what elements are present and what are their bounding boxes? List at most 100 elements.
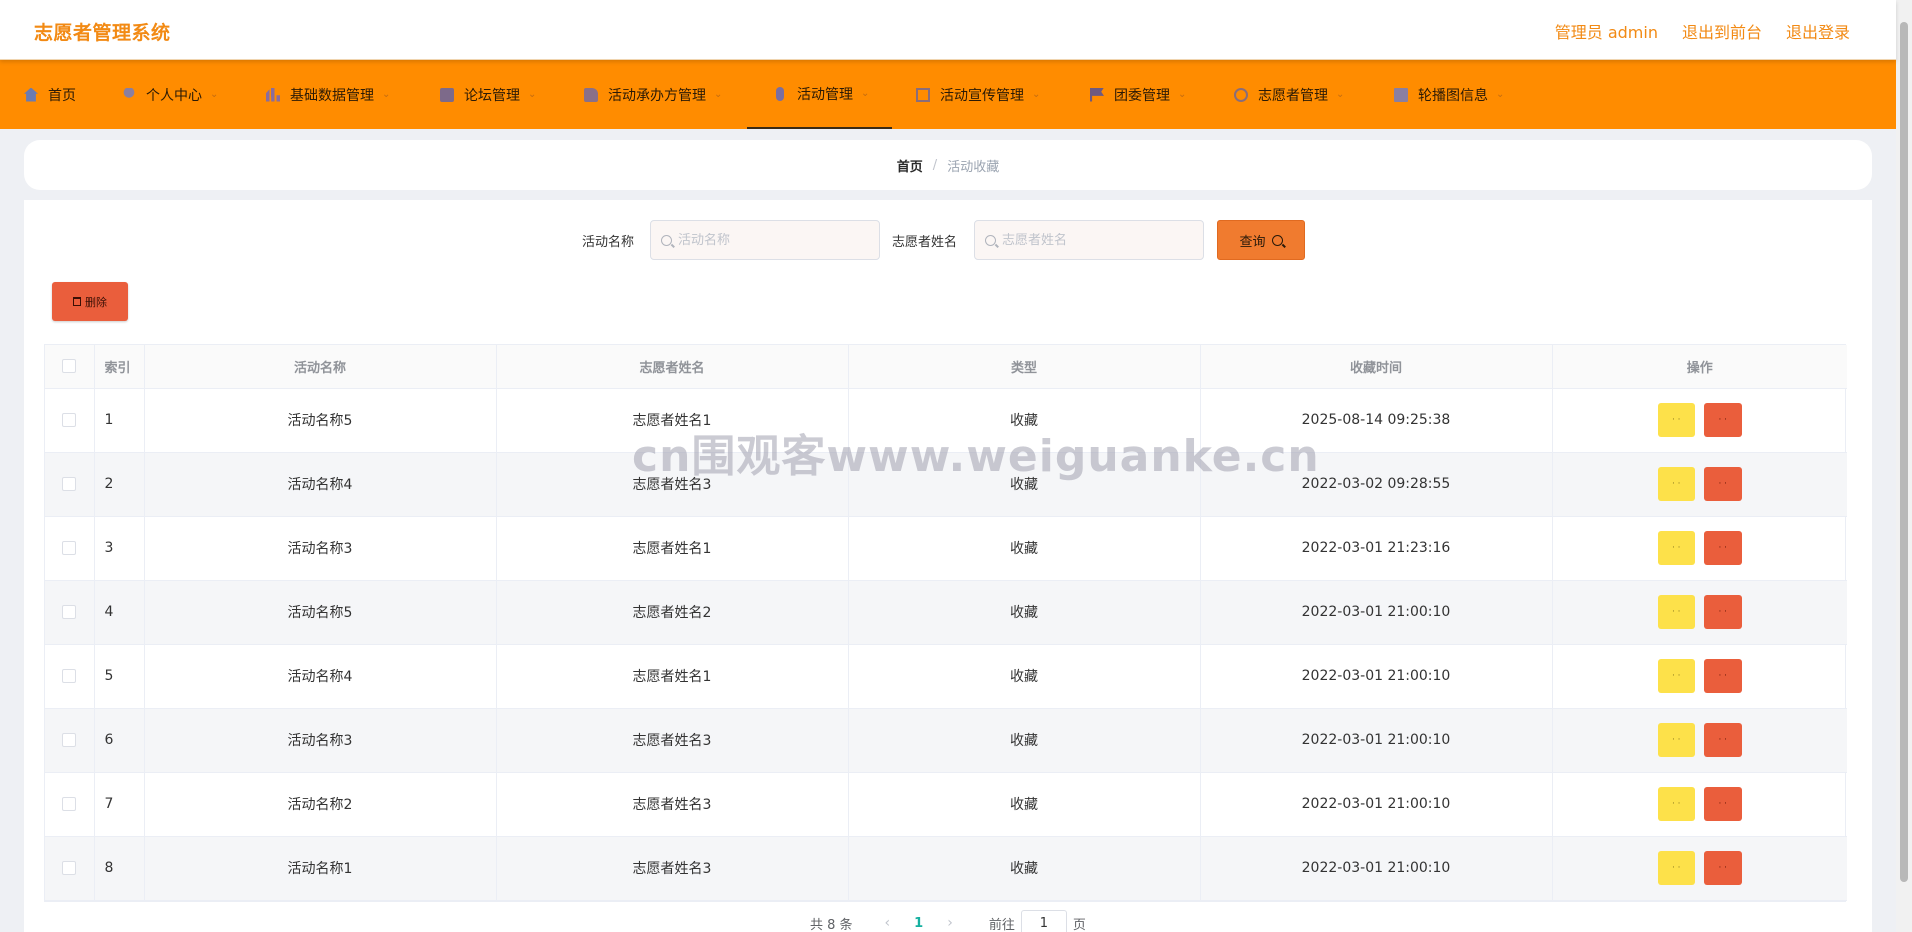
row-checkbox[interactable] — [62, 413, 77, 427]
query-button-label: 查询 — [1239, 234, 1266, 250]
volunteer-name-field[interactable] — [974, 220, 1204, 260]
nav-item-basic-data[interactable]: 基础数据管理 ⌄ — [266, 60, 390, 129]
delete-row-button[interactable]: · · — [1703, 531, 1742, 565]
table-row: 6 活动名称3 志愿者姓名3 收藏 2022-03-01 21:00:10 · … — [45, 708, 1847, 773]
nav-item-forum[interactable]: 论坛管理 ⌄ — [440, 60, 536, 129]
nav-item-youth-league[interactable]: 团委管理 ⌄ — [1090, 60, 1186, 129]
cell-time: 2025-08-14 09:25:38 — [1200, 388, 1553, 453]
main-nav: 首页 个人中心 ⌄ 基础数据管理 ⌄ 论坛管理 ⌄ 活动承办方管理 ⌄ 活动管理… — [0, 60, 1896, 129]
delete-row-button[interactable]: · · — [1703, 723, 1742, 757]
nav-item-volunteer[interactable]: 志愿者管理 ⌄ — [1234, 60, 1344, 129]
nav-item-promotion[interactable]: 活动宣传管理 ⌄ — [916, 60, 1040, 129]
detail-button[interactable]: · · — [1657, 531, 1695, 565]
activity-name-field[interactable] — [650, 220, 880, 260]
nav-item-label: 活动承办方管理 — [608, 87, 706, 104]
detail-button[interactable]: · · — [1657, 787, 1695, 821]
cell-time: 2022-03-01 21:00:10 — [1200, 708, 1553, 773]
logout-link[interactable]: 退出登录 — [1786, 19, 1850, 43]
row-checkbox[interactable] — [62, 669, 77, 683]
prev-page-icon[interactable]: ‹ — [885, 915, 891, 931]
cell-time: 2022-03-01 21:00:10 — [1200, 580, 1553, 645]
cell-index: 5 — [94, 644, 145, 709]
row-select-cell — [45, 644, 95, 709]
goto-label: 前往 — [988, 917, 1015, 932]
ring-icon — [1234, 87, 1248, 102]
pagination: 共 8 条 ‹ 1 › 前往 页 — [810, 910, 1086, 932]
nav-item-label: 团委管理 — [1114, 87, 1170, 104]
nav-item-organizer[interactable]: 活动承办方管理 ⌄ — [584, 60, 722, 129]
nav-item-carousel[interactable]: 轮播图信息 ⌄ — [1394, 60, 1504, 129]
delete-row-button[interactable]: · · — [1703, 851, 1742, 885]
detail-button[interactable]: · · — [1657, 723, 1695, 757]
pagination-total: 共 8 条 — [810, 917, 853, 932]
volunteer-name-label: 志愿者姓名 — [892, 235, 958, 250]
chevron-down-icon: ⌄ — [1496, 89, 1505, 100]
cell-type: 收藏 — [848, 388, 1201, 453]
row-select-cell — [45, 452, 95, 517]
next-page-icon[interactable]: › — [947, 915, 953, 931]
cell-ops: · · · · — [1552, 516, 1847, 581]
cell-time: 2022-03-01 21:00:10 — [1200, 644, 1553, 709]
cell-type: 收藏 — [848, 708, 1201, 773]
delete-row-button[interactable]: · · — [1703, 595, 1742, 629]
nav-item-personal-center[interactable]: 个人中心 ⌄ — [122, 60, 218, 129]
detail-button[interactable]: · · — [1657, 595, 1695, 629]
chevron-down-icon: ⌄ — [210, 89, 219, 100]
row-checkbox[interactable] — [62, 733, 77, 747]
cell-time: 2022-03-01 21:23:16 — [1200, 516, 1553, 581]
cell-type: 收藏 — [848, 580, 1201, 645]
cell-time: 2022-03-01 21:00:10 — [1200, 772, 1553, 837]
row-select-cell — [45, 836, 95, 901]
cell-time: 2022-03-02 09:28:55 — [1200, 452, 1553, 517]
flag-icon — [1090, 87, 1104, 102]
row-checkbox[interactable] — [62, 605, 77, 619]
query-button[interactable]: 查询 — [1217, 220, 1305, 260]
delete-row-button[interactable]: · · — [1703, 659, 1742, 693]
exit-to-front-link[interactable]: 退出到前台 — [1682, 19, 1762, 43]
nav-item-label: 个人中心 — [146, 87, 202, 104]
detail-button[interactable]: · · — [1657, 659, 1695, 693]
row-checkbox[interactable] — [62, 541, 77, 555]
person-icon — [123, 87, 135, 98]
nav-item-label: 轮播图信息 — [1418, 87, 1488, 104]
table-row: 5 活动名称4 志愿者姓名1 收藏 2022-03-01 21:00:10 · … — [45, 644, 1847, 709]
cell-volunteer: 志愿者姓名1 — [496, 644, 849, 709]
scrollbar-thumb[interactable] — [1900, 22, 1908, 882]
row-select-cell — [45, 516, 95, 581]
detail-button[interactable]: · · — [1657, 851, 1695, 885]
cell-type: 收藏 — [848, 836, 1201, 901]
page-number-current[interactable]: 1 — [914, 916, 923, 931]
nav-item-activity[interactable]: 活动管理 ⌄ — [747, 60, 892, 129]
cell-type: 收藏 — [848, 516, 1201, 581]
cell-activity: 活动名称2 — [144, 772, 497, 837]
cell-ops: · · · · — [1552, 708, 1847, 773]
delete-row-button[interactable]: · · — [1703, 467, 1742, 501]
cell-volunteer: 志愿者姓名1 — [496, 516, 849, 581]
activity-name-input[interactable] — [678, 232, 868, 248]
select-all-checkbox[interactable] — [62, 359, 77, 374]
cell-index: 1 — [94, 388, 145, 453]
page-scrollbar[interactable] — [1896, 0, 1912, 932]
batch-delete-button[interactable]: 删除 — [52, 282, 128, 321]
page-suffix: 页 — [1072, 917, 1086, 932]
chat-icon — [440, 87, 454, 102]
table-row: 7 活动名称2 志愿者姓名3 收藏 2022-03-01 21:00:10 · … — [45, 772, 1847, 837]
delete-row-button[interactable]: · · — [1703, 787, 1742, 821]
user-label: 管理员 admin — [1554, 23, 1658, 42]
row-checkbox[interactable] — [62, 861, 77, 875]
cell-activity: 活动名称4 — [144, 452, 497, 517]
row-checkbox[interactable] — [62, 477, 77, 491]
goto-page-input[interactable] — [1020, 910, 1067, 932]
volunteer-name-input[interactable] — [1002, 232, 1192, 248]
row-checkbox[interactable] — [62, 797, 77, 811]
chevron-down-icon: ⌄ — [1032, 89, 1041, 100]
nav-item-home[interactable]: 首页 — [24, 60, 76, 129]
breadcrumb-current: 活动收藏 — [947, 159, 1000, 175]
detail-button[interactable]: · · — [1657, 467, 1695, 501]
detail-button[interactable]: · · — [1657, 403, 1695, 437]
breadcrumb-home[interactable]: 首页 — [897, 156, 923, 175]
column-header-activity: 活动名称 — [144, 345, 497, 389]
cell-activity: 活动名称1 — [144, 836, 497, 901]
cell-ops: · · · · — [1552, 580, 1847, 645]
delete-row-button[interactable]: · · — [1703, 403, 1742, 437]
